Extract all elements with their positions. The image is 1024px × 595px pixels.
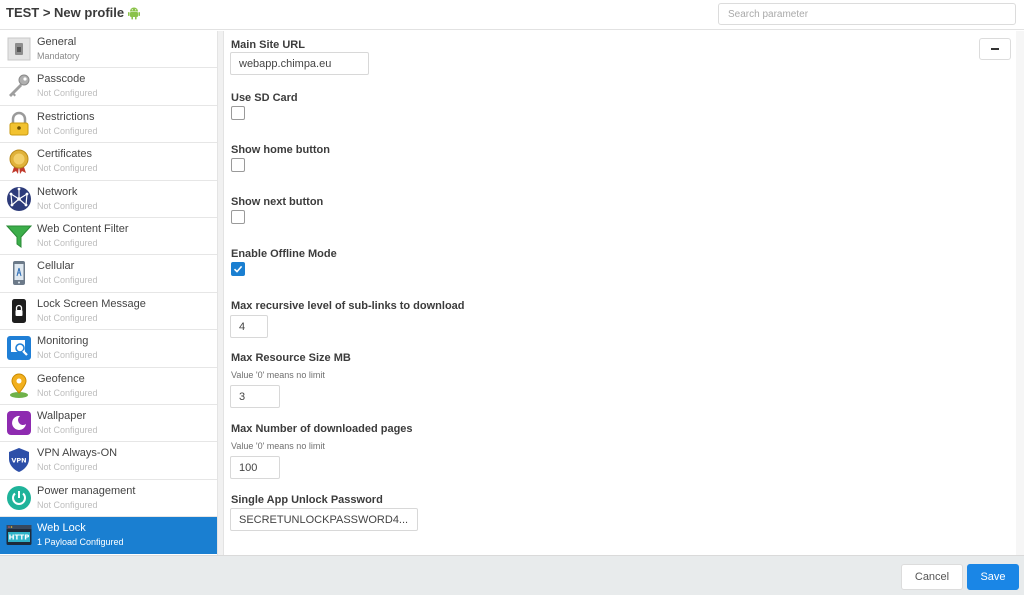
use-sd-card-checkbox[interactable] bbox=[231, 106, 245, 120]
sidebar-item-wallpaper[interactable]: Wallpaper Not Configured bbox=[0, 405, 217, 443]
unlock-password-label: Single App Unlock Password bbox=[231, 494, 383, 506]
certificate-icon bbox=[6, 148, 32, 175]
funnel-icon bbox=[6, 223, 32, 249]
sidebar-item-power-management[interactable]: Power management Not Configured bbox=[0, 480, 217, 518]
check-icon bbox=[233, 265, 243, 273]
search-input[interactable] bbox=[718, 3, 1016, 25]
show-next-button-checkbox[interactable] bbox=[231, 210, 245, 224]
svg-text:HTTP: HTTP bbox=[9, 534, 30, 542]
show-next-button-label: Show next button bbox=[231, 196, 324, 208]
sidebar-item-label: Wallpaper bbox=[37, 409, 87, 422]
page-title: TEST > New profile bbox=[6, 5, 141, 20]
power-icon bbox=[6, 485, 32, 511]
max-resource-size-label: Max Resource Size MB bbox=[231, 352, 351, 364]
sidebar-item-passcode[interactable]: Passcode Not Configured bbox=[0, 68, 217, 106]
max-downloaded-pages-label: Max Number of downloaded pages bbox=[231, 423, 413, 435]
padlock-icon bbox=[6, 111, 32, 137]
sidebar-item-label: Web Content Filter bbox=[37, 222, 129, 235]
svg-text:VPN: VPN bbox=[11, 457, 26, 465]
sidebar-item-status: Not Configured bbox=[37, 350, 98, 361]
lock-screen-icon bbox=[6, 298, 32, 324]
sidebar-item-lock-screen-message[interactable]: Lock Screen Message Not Configured bbox=[0, 293, 217, 331]
sidebar-item-label: Network bbox=[37, 185, 78, 198]
vpn-shield-icon: VPN bbox=[6, 447, 32, 473]
sidebar-item-status: Mandatory bbox=[37, 51, 80, 61]
sidebar-item-monitoring[interactable]: Monitoring Not Configured bbox=[0, 330, 217, 368]
scrollbar[interactable] bbox=[1016, 31, 1024, 555]
remove-payload-button[interactable] bbox=[979, 38, 1011, 60]
phone-icon bbox=[6, 260, 32, 286]
sidebar-item-status: Not Configured bbox=[37, 424, 98, 435]
max-resource-size-input[interactable] bbox=[230, 385, 280, 408]
sidebar-item-label: VPN Always-ON bbox=[37, 447, 118, 460]
sidebar-item-label: Certificates bbox=[37, 148, 93, 161]
sidebar-item-status: Not Configured bbox=[37, 312, 98, 323]
sidebar-item-label: Passcode bbox=[37, 73, 86, 86]
monitoring-icon bbox=[6, 335, 32, 361]
sidebar-item-certificates[interactable]: Certificates Not Configured bbox=[0, 143, 217, 181]
show-home-button-checkbox[interactable] bbox=[231, 158, 245, 172]
sidebar-item-label: Restrictions bbox=[37, 110, 95, 123]
payload-sidebar: General Mandatory Passcode Not Configured … bbox=[0, 31, 218, 555]
wallpaper-icon bbox=[6, 410, 32, 436]
sidebar-item-label: Lock Screen Message bbox=[37, 297, 146, 310]
sidebar-item-status: Not Configured bbox=[37, 163, 98, 174]
sidebar-item-status: Not Configured bbox=[37, 88, 98, 99]
sidebar-item-vpn-always-on[interactable]: VPN VPN Always-ON Not Configured bbox=[0, 442, 217, 480]
sidebar-item-web-content-filter[interactable]: Web Content Filter Not Configured bbox=[0, 218, 217, 256]
payload-form: Main Site URL Use SD Card Show home butt… bbox=[224, 31, 1014, 555]
enable-offline-mode-checkbox[interactable] bbox=[231, 262, 245, 276]
sidebar-item-status: Not Configured bbox=[37, 200, 98, 211]
http-icon: HTTP bbox=[6, 522, 32, 548]
sidebar-item-geofence[interactable]: Geofence Not Configured bbox=[0, 368, 217, 405]
key-icon bbox=[6, 73, 32, 99]
max-downloaded-pages-hint: Value '0' means no limit bbox=[231, 441, 325, 451]
max-downloaded-pages-input[interactable] bbox=[230, 456, 280, 479]
unlock-password-input[interactable] bbox=[230, 508, 418, 531]
footer-bar: Cancel Save bbox=[0, 555, 1024, 595]
sidebar-item-status: Not Configured bbox=[37, 462, 98, 473]
sidebar-item-network[interactable]: Network Not Configured bbox=[0, 181, 217, 218]
location-pin-icon bbox=[6, 373, 32, 399]
top-bar: TEST > New profile bbox=[0, 0, 1024, 30]
android-icon bbox=[128, 6, 141, 20]
general-icon bbox=[6, 36, 32, 62]
sidebar-item-general[interactable]: General Mandatory bbox=[0, 31, 217, 69]
max-recursive-level-input[interactable] bbox=[230, 315, 268, 338]
max-recursive-level-label: Max recursive level of sub-links to down… bbox=[231, 300, 465, 312]
breadcrumb: TEST > New profile bbox=[6, 5, 125, 20]
show-home-button-label: Show home button bbox=[231, 144, 330, 156]
sidebar-item-cellular[interactable]: Cellular Not Configured bbox=[0, 255, 217, 293]
sidebar-item-restrictions[interactable]: Restrictions Not Configured bbox=[0, 106, 217, 144]
network-icon bbox=[6, 186, 32, 212]
sidebar-item-label: Monitoring bbox=[37, 335, 89, 348]
main-site-url-label: Main Site URL bbox=[231, 39, 305, 51]
enable-offline-mode-label: Enable Offline Mode bbox=[231, 248, 337, 260]
main-site-url-input[interactable] bbox=[230, 52, 369, 75]
sidebar-item-label: General bbox=[37, 36, 77, 48]
sidebar-item-label: Geofence bbox=[37, 372, 85, 385]
sidebar-item-status: Not Configured bbox=[37, 499, 98, 510]
sidebar-item-web-lock[interactable]: HTTP Web Lock 1 Payload Configured bbox=[0, 517, 217, 555]
sidebar-item-label: Cellular bbox=[37, 260, 75, 273]
sidebar-item-status: Not Configured bbox=[37, 275, 98, 286]
sidebar-item-status: Not Configured bbox=[37, 387, 98, 398]
sidebar-item-label: Power management bbox=[37, 484, 136, 497]
use-sd-card-label: Use SD Card bbox=[231, 92, 298, 104]
save-button[interactable]: Save bbox=[967, 564, 1019, 590]
minus-icon bbox=[991, 48, 999, 50]
cancel-button[interactable]: Cancel bbox=[901, 564, 963, 590]
max-resource-size-hint: Value '0' means no limit bbox=[231, 370, 325, 380]
sidebar-item-label: Web Lock bbox=[37, 522, 86, 535]
sidebar-item-status: 1 Payload Configured bbox=[37, 537, 124, 548]
sidebar-item-status: Not Configured bbox=[37, 237, 98, 248]
sidebar-item-status: Not Configured bbox=[37, 125, 98, 136]
